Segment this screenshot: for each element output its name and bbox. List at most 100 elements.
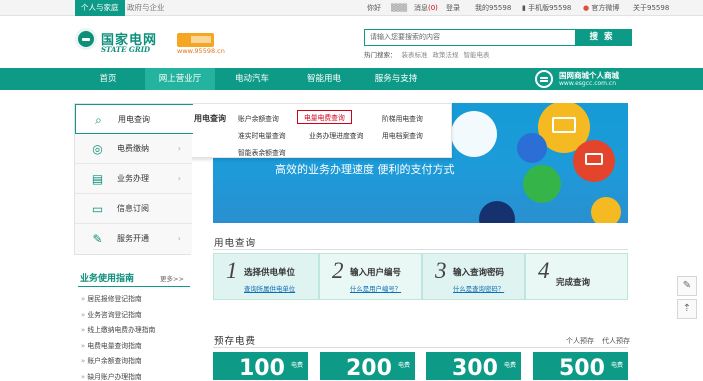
sidebar-item-label: 电费缴纳 bbox=[117, 144, 149, 153]
step-enter-user-id: 2 输入用户编号 什么是用户编号？ bbox=[319, 253, 422, 300]
tab-personal-family[interactable]: 个人与家庭 bbox=[75, 0, 125, 16]
prepay-card[interactable]: 500 电费 bbox=[533, 352, 628, 380]
search-input[interactable]: 请输入您要搜索的内容 bbox=[364, 29, 576, 46]
mall-logo-icon bbox=[535, 70, 553, 88]
greeting-text: 你好 bbox=[367, 4, 381, 12]
username-blurred: ▒▒▒ bbox=[391, 4, 408, 12]
hot-search-item[interactable]: 装表标准 bbox=[402, 51, 428, 59]
link-realtime-usage[interactable]: 准实时电量查询 bbox=[238, 130, 286, 140]
step-title: 输入用户编号 bbox=[350, 268, 402, 278]
state-grid-logo-icon[interactable] bbox=[75, 28, 97, 50]
guide-more-link[interactable]: 更多>> bbox=[160, 273, 184, 283]
prepay-card[interactable]: 200 电费 bbox=[320, 352, 415, 380]
hot-search-item[interactable]: 智能电表 bbox=[464, 51, 490, 59]
sidebar-item-subscription[interactable]: ▭ 信息订阅 bbox=[75, 194, 192, 224]
sidebar-item-label: 服务开通 bbox=[117, 234, 149, 243]
guide-item[interactable]: 居民报修登记指南 bbox=[81, 293, 141, 303]
mall-url: www.esgcc.com.cn bbox=[559, 80, 617, 87]
link-usage-archive[interactable]: 用电档案查询 bbox=[382, 130, 423, 140]
monitor-icon-inner bbox=[585, 153, 603, 165]
step-help-link[interactable]: 查询所属供电单位 bbox=[244, 284, 295, 293]
guide-item[interactable]: 电费电量查询指南 bbox=[81, 340, 141, 350]
link-tiered-usage[interactable]: 阶梯用电查询 bbox=[382, 113, 423, 123]
monitor-icon: ▭ bbox=[91, 202, 104, 216]
search-icon: ⌕ bbox=[95, 113, 102, 127]
query-dropdown-menu: 用电查询 账户余额查询 电量电费查询 阶梯用电查询 准实时电量查询 业务办理进度… bbox=[191, 103, 452, 158]
prepay-unit: 电费 bbox=[291, 362, 304, 369]
step-enter-password: 3 输入查询密码 什么是查询密码？ bbox=[422, 253, 525, 300]
usage-query-title: 用电查询 bbox=[214, 238, 257, 249]
weibo-icon: ● bbox=[583, 4, 590, 12]
nav-smart-power[interactable]: 智能用电 bbox=[289, 68, 359, 90]
nav-service-support[interactable]: 服务与支持 bbox=[361, 68, 431, 90]
step-number: 4 bbox=[538, 258, 550, 283]
nav-online-hall[interactable]: 网上营业厅 bbox=[145, 68, 215, 90]
sidebar-item-bill-payment[interactable]: ◎ 电费缴纳 › bbox=[75, 134, 192, 164]
step-number: 1 bbox=[226, 258, 238, 283]
link-business-progress[interactable]: 业务办理进度查询 bbox=[309, 130, 363, 140]
dropdown-title: 用电查询 bbox=[194, 114, 226, 123]
banner-circle-decor bbox=[591, 197, 621, 223]
back-to-top-icon[interactable]: ⇡ bbox=[677, 299, 697, 319]
hot-search-item[interactable]: 政策法规 bbox=[433, 51, 459, 59]
coin-icon: ◎ bbox=[92, 142, 103, 156]
logo-title-en: STATE GRID bbox=[101, 45, 151, 54]
tab-gov-enterprise[interactable]: 政府与企业 bbox=[121, 0, 171, 16]
link-smart-meter-balance[interactable]: 智能表余额查询 bbox=[238, 147, 286, 157]
tools-icon bbox=[479, 201, 515, 223]
chart-icon bbox=[523, 165, 561, 203]
mobile-link[interactable]: ▮ 手机版95598 bbox=[522, 0, 571, 16]
site-url: www.95598.cn bbox=[177, 47, 225, 55]
weibo-link[interactable]: ● 官方微博 bbox=[583, 0, 619, 16]
chevron-right-icon: › bbox=[177, 144, 181, 153]
step-select-unit: 1 选择供电单位 查询所属供电单位 bbox=[213, 253, 319, 300]
nav-ev[interactable]: 电动汽车 bbox=[217, 68, 287, 90]
prepay-self-link[interactable]: 个人预存 bbox=[566, 336, 594, 346]
step-title: 输入查询密码 bbox=[453, 268, 505, 278]
hot-search: 热门搜索： 装表标准 政策法规 智能电表 bbox=[364, 49, 490, 59]
phone-icon: ▮ bbox=[522, 4, 526, 12]
step-help-link[interactable]: 什么是查询密码？ bbox=[453, 284, 504, 293]
link-bill-query[interactable]: 电量电费查询 bbox=[297, 110, 352, 124]
step-help-link[interactable]: 什么是用户编号？ bbox=[350, 284, 401, 293]
sidebar-item-business[interactable]: ▤ 业务办理 › bbox=[75, 164, 192, 194]
prepay-unit: 电费 bbox=[398, 362, 411, 369]
guide-item[interactable]: 账户余额查询指南 bbox=[81, 355, 141, 365]
hot-search-label: 热门搜索： bbox=[364, 51, 397, 59]
nav-home[interactable]: 首页 bbox=[73, 68, 143, 90]
login-link[interactable]: 登录 bbox=[446, 0, 460, 16]
sidebar-item-label: 用电查询 bbox=[118, 115, 150, 124]
feedback-edit-icon[interactable]: ✎ bbox=[677, 276, 697, 296]
link-account-balance[interactable]: 账户余额查询 bbox=[238, 113, 279, 123]
prepay-others-link[interactable]: 代人预存 bbox=[602, 336, 630, 346]
prepay-unit: 电费 bbox=[504, 362, 517, 369]
service-sidebar: ⌕ 用电查询 ◎ 电费缴纳 › ▤ 业务办理 › ▭ 信息订阅 ✎ 服务开通 › bbox=[74, 103, 193, 255]
about-link[interactable]: 关于95598 bbox=[633, 0, 669, 16]
edit-icon: ✎ bbox=[92, 232, 103, 246]
mall-link[interactable]: 国网商城个人商城 www.esgcc.com.cn bbox=[535, 68, 703, 90]
phone-circle-decor bbox=[517, 133, 547, 163]
guide-item[interactable]: 线上缴纳电费办理指南 bbox=[81, 324, 155, 334]
step-number: 2 bbox=[332, 258, 344, 283]
prepay-amount: 300 bbox=[452, 356, 498, 380]
prepay-card[interactable]: 300 电费 bbox=[426, 352, 521, 380]
banner-slogan: 高效的业务办理速度 便利的支付方式 bbox=[275, 163, 455, 176]
sidebar-item-label: 信息订阅 bbox=[117, 204, 149, 213]
chevron-right-icon: › bbox=[177, 174, 181, 183]
top-bar: 个人与家庭 政府与企业 你好 ▒▒▒ 消息(0) 登录 我的95598 ▮ 手机… bbox=[0, 0, 703, 16]
messages-link[interactable]: 消息(0) bbox=[414, 0, 438, 16]
step-title: 完成查询 bbox=[556, 278, 591, 288]
sidebar-item-usage-query[interactable]: ⌕ 用电查询 bbox=[75, 104, 193, 134]
sidebar-item-service-open[interactable]: ✎ 服务开通 › bbox=[75, 224, 192, 254]
prepay-amount: 100 bbox=[239, 356, 285, 380]
hotline-badge bbox=[177, 33, 214, 47]
prepay-card[interactable]: 100 电费 bbox=[213, 352, 308, 380]
section-divider bbox=[213, 249, 628, 250]
search-button[interactable]: 搜索 bbox=[576, 29, 632, 46]
guide-item[interactable]: 业务咨询登记指南 bbox=[81, 309, 141, 319]
prepay-amount: 500 bbox=[559, 356, 605, 380]
prepay-amount: 200 bbox=[346, 356, 392, 380]
guide-divider bbox=[78, 286, 190, 287]
my-95598-link[interactable]: 我的95598 bbox=[475, 0, 511, 16]
prepay-title: 预存电费 bbox=[214, 336, 257, 347]
